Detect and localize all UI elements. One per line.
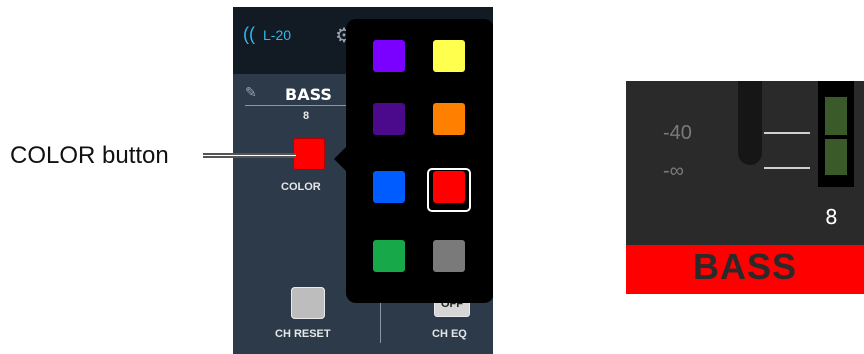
strip-number: 8 [825,205,838,229]
color-swatch[interactable] [433,40,465,72]
ch-reset-label: CH RESET [275,328,331,340]
color-swatch[interactable] [373,240,405,272]
ch-reset-button[interactable] [291,287,325,319]
phone-panel: (( L-20 ⚙ ✎ BASS 8 COLOR CH RESET OFF CH… [233,7,493,354]
color-swatch[interactable] [433,171,465,203]
meter-segment [825,139,847,175]
channel-name-underline [245,105,355,106]
color-button[interactable] [293,138,325,170]
device-name: L-20 [263,27,292,43]
channel-strip: -40 -∞ 8 BASS [626,81,864,294]
color-swatch[interactable] [433,240,465,272]
callout-connector [203,153,296,158]
scale-label-bottom: -∞ [663,160,684,182]
popup-pointer [334,147,346,171]
meter-segment [825,97,847,135]
color-swatch[interactable] [433,103,465,135]
fader-slot[interactable] [738,81,762,165]
pencil-icon[interactable]: ✎ [245,84,257,101]
strip-name: BASS [692,246,798,287]
color-popup [346,19,493,303]
color-swatch[interactable] [373,40,405,72]
color-label: COLOR [281,181,321,193]
callout-label: COLOR button [10,142,169,169]
scale-label-top: -40 [663,122,692,144]
color-swatch[interactable] [373,171,405,203]
color-swatch[interactable] [373,103,405,135]
ch-eq-label: CH EQ [432,328,467,340]
channel-name[interactable]: BASS [285,85,332,104]
wireless-icon: (( [243,24,255,44]
channel-number: 8 [303,110,310,122]
scale-tick [764,167,810,169]
scale-tick [764,132,810,134]
